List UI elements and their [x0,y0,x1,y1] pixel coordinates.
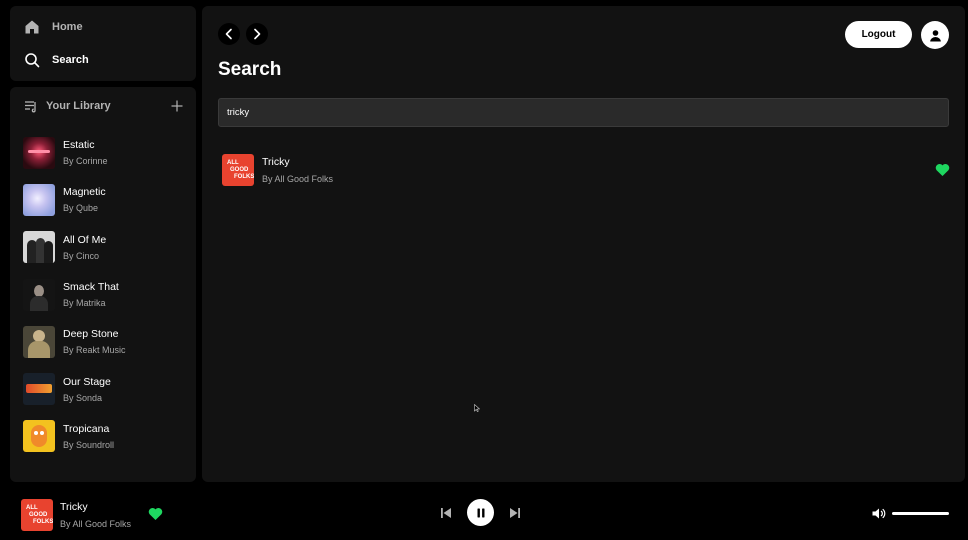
chevron-right-icon [254,28,261,40]
library-list: Estatic By Corinne Magnetic By Qube All … [23,129,188,460]
library-item-name: All Of Me [63,233,107,246]
deep-stone-cover [23,325,55,358]
library-item-name: Deep Stone [63,328,119,341]
library-icon [25,101,36,113]
pause-icon [477,508,484,517]
page-title: Search [218,59,282,80]
tropicana-cover [23,420,55,453]
search-input[interactable] [218,98,949,127]
library-item-artist: By Corinne [63,156,108,167]
volume-icon[interactable] [871,506,886,521]
volume-control [871,506,949,521]
library-item[interactable]: Estatic By Corinne [23,129,188,176]
chevron-left-icon [225,28,232,40]
user-icon [929,29,941,41]
all-of-me-cover [23,231,55,264]
search-result-row[interactable]: ALL GOOD FOLKS Tricky By All Good Folks [222,153,950,187]
playback-controls [439,499,522,526]
nav-home-label: Home [52,21,83,33]
library-item-artist: By Qube [63,203,99,214]
library-item-artist: By Sonda [63,392,103,403]
result-track-artist: By All Good Folks [262,174,334,184]
library-title-button[interactable]: Your Library [24,99,111,113]
tricky-cover: ALL GOOD FOLKS [222,154,254,186]
library-item-artist: By Cinco [63,250,100,261]
app-window: Home Search Your Library Estatic By Cori… [0,0,968,540]
our-stage-cover [23,373,55,406]
estatic-cover [23,136,55,169]
nav-search[interactable]: Search [24,52,89,68]
smack-that-cover [23,278,55,311]
library-item[interactable]: Smack That By Matrika [23,271,188,318]
mouse-cursor-icon [474,404,480,412]
user-profile-button[interactable] [921,21,949,49]
skip-next-icon[interactable] [508,506,522,520]
home-icon [25,20,39,34]
logout-button[interactable]: Logout [845,21,912,48]
pause-button[interactable] [467,499,494,526]
now-playing-cover: ALL GOOD FOLKS [21,499,53,531]
heart-filled-icon[interactable] [148,507,163,521]
main-panel: Logout Search ALL GOOD FOLKS Tricky By A… [202,6,965,482]
library-header: Your Library [24,99,184,113]
library-item-name: Our Stage [63,375,111,388]
back-button[interactable] [218,23,240,45]
volume-slider[interactable] [892,512,949,515]
library-title: Your Library [46,100,111,112]
library-item[interactable]: Magnetic By Qube [23,176,188,223]
library-item-name: Estatic [63,139,95,152]
library-item-name: Magnetic [63,186,106,199]
player-bar: ALL GOOD FOLKS Tricky By All Good Folks [0,488,968,540]
library-item-artist: By Soundroll [63,439,115,450]
library-item-artist: By Reakt Music [63,345,126,356]
now-playing-track-name: Tricky [60,501,88,513]
nav-panel: Home Search [10,6,196,81]
library-item[interactable]: Deep Stone By Reakt Music [23,318,188,365]
now-playing[interactable]: ALL GOOD FOLKS Tricky By All Good Folks [21,499,131,531]
add-icon[interactable] [170,99,184,113]
result-track-name: Tricky [262,156,290,168]
history-nav [218,23,268,45]
nav-home[interactable]: Home [24,19,83,35]
library-item[interactable]: Our Stage By Sonda [23,365,188,412]
library-item-name: Smack That [63,281,119,294]
search-icon [25,53,40,68]
now-playing-artist: By All Good Folks [60,519,132,529]
heart-filled-icon[interactable] [935,163,950,177]
library-item[interactable]: Tropicana By Soundroll [23,413,188,460]
library-item-artist: By Matrika [63,298,106,309]
forward-button[interactable] [246,23,268,45]
nav-search-label: Search [52,54,89,66]
library-item-name: Tropicana [63,422,110,435]
library-item[interactable]: All Of Me By Cinco [23,224,188,271]
skip-previous-icon[interactable] [439,506,453,520]
magnetic-cover [23,183,55,216]
library-panel: Your Library Estatic By Corinne Magnetic… [10,87,196,482]
